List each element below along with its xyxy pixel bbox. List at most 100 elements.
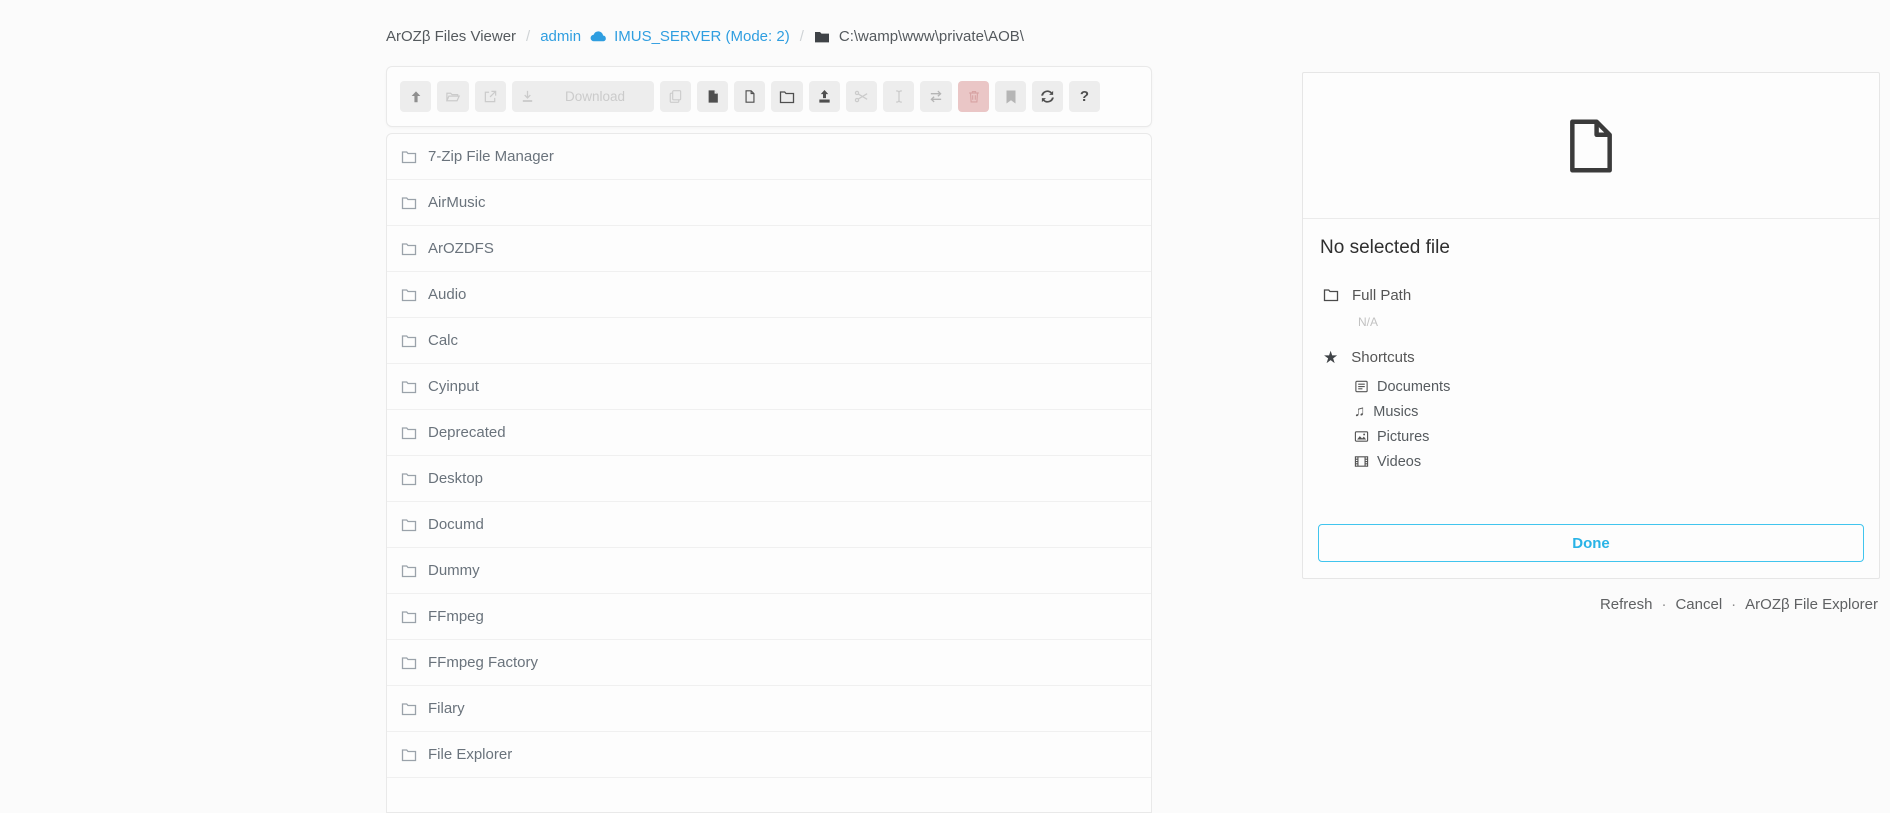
trash-icon [967,89,981,104]
folder-open-icon [445,89,461,104]
folder-icon [401,150,417,164]
rename-button[interactable] [883,81,914,112]
paste-button[interactable] [697,81,728,112]
download-label: Download [565,89,625,104]
file-row[interactable]: FFmpeg Factory [387,640,1151,686]
new-file-icon [743,89,757,104]
file-row[interactable]: Deprecated [387,410,1151,456]
clone-icon [668,89,683,104]
app-title: ArOZβ Files Viewer [386,28,516,45]
clone-button[interactable] [660,81,691,112]
swap-arrows-icon [928,89,944,104]
shortcut-videos[interactable]: Videos [1354,449,1859,474]
file-row[interactable]: FFmpeg [387,594,1151,640]
folder-icon [401,656,417,670]
folder-icon [401,380,417,394]
file-row[interactable]: File Explorer [387,732,1151,778]
folder-filled-icon [814,30,830,44]
server-link[interactable]: IMUS_SERVER (Mode: 2) [590,28,790,45]
swap-button[interactable] [920,81,952,112]
folder-icon [401,518,417,532]
breadcrumb-separator: / [799,28,805,45]
bookmark-button[interactable] [995,81,1026,112]
details-tree: Full Path N/A ★ Shortcuts Documents ♫ Mu… [1303,259,1879,474]
file-row[interactable]: Filary [387,686,1151,732]
shortcuts-label: Shortcuts [1351,349,1414,366]
arrow-up-icon [409,90,423,104]
upload-button[interactable] [809,81,840,112]
breadcrumb: ArOZβ Files Viewer / admin IMUS_SERVER (… [386,28,1024,45]
full-path-label: Full Path [1352,287,1411,304]
help-button[interactable]: ? [1069,81,1100,112]
scissors-icon [854,89,869,104]
file-details-panel: No selected file Full Path N/A ★ Shortcu… [1302,72,1880,579]
refresh-link[interactable]: Refresh [1600,596,1653,613]
paste-icon [706,89,720,104]
folder-icon [401,196,417,210]
new-file-button[interactable] [734,81,765,112]
file-name: AirMusic [428,194,486,211]
videos-icon [1354,454,1369,469]
current-path: C:\wamp\www\private\AOB\ [839,28,1024,45]
download-button[interactable]: Download [512,81,654,112]
file-name: Calc [428,332,458,349]
new-folder-icon [779,90,795,104]
file-name: Cyinput [428,378,479,395]
dot-separator: · [1661,596,1666,613]
file-row[interactable]: Calc [387,318,1151,364]
file-name: FFmpeg Factory [428,654,538,671]
breadcrumb-separator: / [525,28,531,45]
user-link[interactable]: admin [540,28,581,45]
done-button[interactable]: Done [1318,524,1864,562]
server-label: IMUS_SERVER (Mode: 2) [614,28,790,45]
file-row[interactable]: Cyinput [387,364,1151,410]
shortcut-label: Musics [1373,404,1418,420]
shortcut-documents[interactable]: Documents [1354,374,1859,399]
new-folder-button[interactable] [771,81,803,112]
file-name: Filary [428,700,465,717]
bookmark-icon [1005,90,1017,104]
file-row[interactable]: ArOZDFS [387,226,1151,272]
file-row[interactable]: 7-Zip File Manager [387,134,1151,180]
shortcut-musics[interactable]: ♫ Musics [1354,399,1859,424]
folder-icon [401,334,417,348]
footer-links: Refresh · Cancel · ArOZβ File Explorer [1600,596,1878,613]
toolbar: Download [386,66,1152,127]
file-row[interactable]: Audio [387,272,1151,318]
file-row[interactable]: Documd [387,502,1151,548]
cut-button[interactable] [846,81,877,112]
navigate-up-button[interactable] [400,81,431,112]
download-icon [520,89,535,104]
cancel-link[interactable]: Cancel [1675,596,1722,613]
question-icon: ? [1080,88,1089,105]
file-row[interactable]: Desktop [387,456,1151,502]
folder-icon [401,610,417,624]
folder-icon [401,288,417,302]
shortcut-label: Videos [1377,454,1421,470]
external-link-icon [483,89,498,104]
music-icon: ♫ [1354,404,1365,419]
folder-icon [401,702,417,716]
upload-icon [817,89,832,104]
panel-title: No selected file [1303,219,1879,259]
pictures-icon [1354,429,1369,444]
refresh-button[interactable] [1032,81,1063,112]
file-explorer-link[interactable]: ArOZβ File Explorer [1745,596,1878,613]
open-button[interactable] [437,81,469,112]
shortcut-pictures[interactable]: Pictures [1354,424,1859,449]
folder-icon [1323,288,1339,302]
file-icon [1568,118,1614,174]
file-row[interactable]: AirMusic [387,180,1151,226]
dot-separator: · [1731,596,1736,613]
cloud-icon [590,29,607,44]
delete-button[interactable] [958,81,989,112]
file-name: FFmpeg [428,608,484,625]
file-name: Desktop [428,470,483,487]
open-in-new-window-button[interactable] [475,81,506,112]
file-name: ArOZDFS [428,240,494,257]
file-list: 7-Zip File Manager AirMusic ArOZDFS Audi… [386,133,1152,813]
folder-icon [401,426,417,440]
file-row[interactable]: Dummy [387,548,1151,594]
folder-icon [401,748,417,762]
shortcut-label: Documents [1377,379,1450,395]
